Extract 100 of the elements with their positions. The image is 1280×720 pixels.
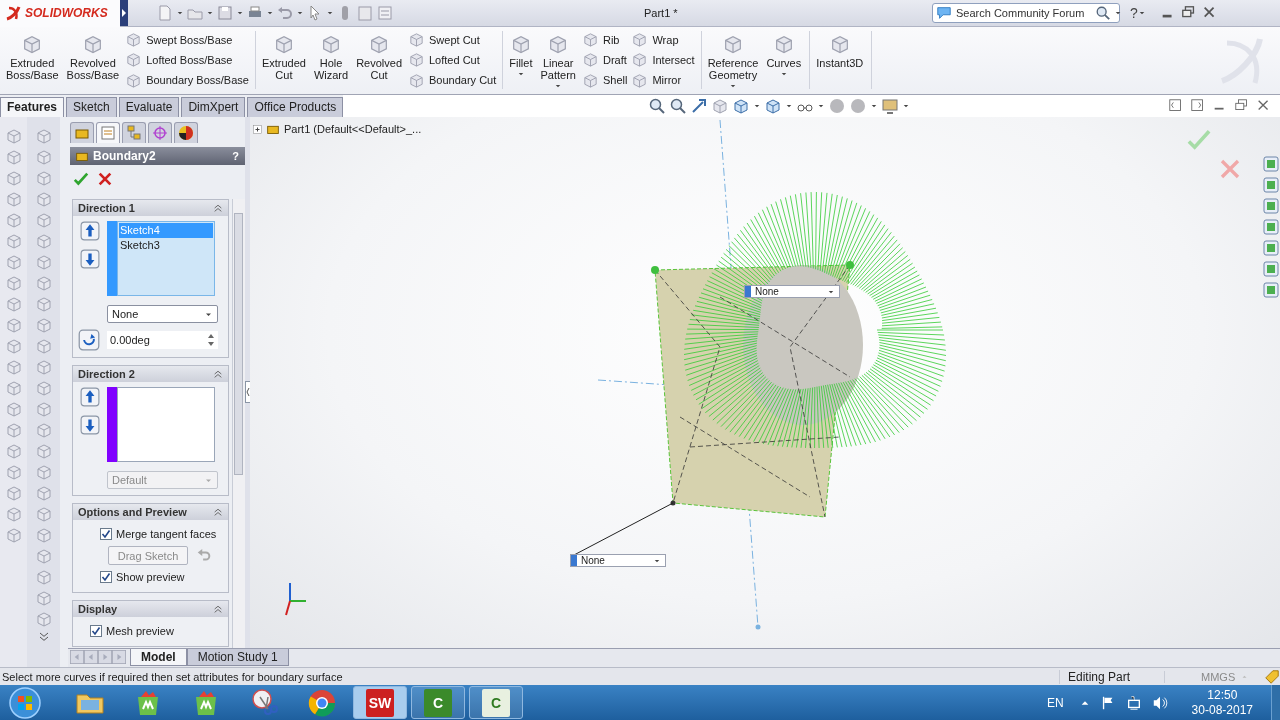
ribbon-button[interactable]: Mirror bbox=[631, 71, 695, 89]
cube-icon[interactable] bbox=[34, 295, 53, 313]
cube-icon[interactable] bbox=[4, 337, 23, 355]
sphere-icon[interactable] bbox=[849, 97, 868, 115]
model-tab[interactable]: Motion Study 1 bbox=[186, 649, 289, 666]
ribbon-button[interactable]: Rib bbox=[581, 31, 628, 49]
ribbon-button[interactable]: Extruded Boss/Base bbox=[4, 31, 61, 89]
chevron-down-icon[interactable] bbox=[37, 631, 50, 643]
cube-icon[interactable] bbox=[34, 232, 53, 250]
ribbon-button[interactable]: Boundary Boss/Base bbox=[125, 71, 249, 89]
cube-icon[interactable] bbox=[4, 127, 23, 145]
network-icon[interactable] bbox=[1125, 694, 1142, 711]
ribbon-button[interactable]: Revolved Cut bbox=[354, 31, 404, 89]
tile-icon[interactable] bbox=[1262, 260, 1280, 278]
panel-left-icon[interactable] bbox=[1168, 98, 1184, 114]
cube-icon[interactable] bbox=[34, 421, 53, 439]
move-down-button[interactable] bbox=[80, 415, 100, 435]
ribbon-tab[interactable]: DimXpert bbox=[181, 97, 246, 117]
sphere-icon[interactable] bbox=[828, 97, 847, 115]
cube-icon[interactable] bbox=[4, 400, 23, 418]
rotate-button[interactable] bbox=[78, 329, 100, 351]
selection-list[interactable] bbox=[117, 387, 215, 462]
cube-icon[interactable] bbox=[4, 442, 23, 460]
cube-icon[interactable] bbox=[4, 253, 23, 271]
tile-icon[interactable] bbox=[1262, 197, 1280, 215]
show-desktop-button[interactable] bbox=[1271, 685, 1280, 720]
panel-tab[interactable] bbox=[174, 122, 198, 143]
cube-icon[interactable] bbox=[34, 442, 53, 460]
cube-icon[interactable] bbox=[4, 148, 23, 166]
cube-icon[interactable] bbox=[4, 484, 23, 502]
ribbon-button[interactable]: Intersect bbox=[631, 51, 695, 69]
ribbon-tab[interactable]: Evaluate bbox=[118, 97, 180, 117]
cube-icon[interactable] bbox=[4, 526, 23, 544]
cube-icon[interactable] bbox=[4, 232, 23, 250]
tree-item[interactable]: Part1 (Default<<Default>_... bbox=[284, 123, 422, 135]
cube-icon[interactable] bbox=[4, 379, 23, 397]
checklist-icon[interactable] bbox=[376, 4, 394, 22]
cube-icon[interactable] bbox=[4, 358, 23, 376]
ribbon-button[interactable]: Instant3D bbox=[814, 31, 866, 89]
cube-icon[interactable] bbox=[34, 547, 53, 565]
tile-icon[interactable] bbox=[1262, 155, 1280, 173]
cube-icon[interactable] bbox=[34, 589, 53, 607]
cube-icon[interactable] bbox=[34, 253, 53, 271]
surface-preview-drawing[interactable] bbox=[651, 191, 947, 518]
cube-icon[interactable] bbox=[4, 211, 23, 229]
cube-icon[interactable] bbox=[34, 400, 53, 418]
ribbon-button[interactable]: Reference Geometry bbox=[705, 31, 761, 89]
tangency-dropdown[interactable]: None bbox=[107, 305, 218, 323]
ok-check-icon[interactable] bbox=[1186, 127, 1212, 153]
ok-check-icon[interactable] bbox=[73, 171, 89, 187]
cube-icon[interactable] bbox=[34, 274, 53, 292]
expand-icon[interactable] bbox=[253, 124, 262, 134]
speaker-icon[interactable] bbox=[1151, 694, 1168, 711]
undo-icon[interactable] bbox=[196, 547, 212, 564]
taskbar-button[interactable]: SW bbox=[353, 686, 407, 719]
checkbox[interactable] bbox=[100, 528, 112, 540]
taskbar-button[interactable]: C bbox=[469, 686, 523, 719]
cube-icon[interactable] bbox=[34, 526, 53, 544]
cube-icon[interactable] bbox=[4, 169, 23, 187]
tile-icon[interactable] bbox=[1262, 218, 1280, 236]
selection-list[interactable]: Sketch4 Sketch3 bbox=[117, 221, 215, 296]
tile-icon[interactable] bbox=[1262, 239, 1280, 257]
ribbon-button[interactable]: Shell bbox=[581, 71, 628, 89]
cube-icon[interactable] bbox=[34, 211, 53, 229]
ribbon-button[interactable]: Draft bbox=[581, 51, 628, 69]
collapse-icon[interactable] bbox=[213, 369, 223, 379]
cube-icon[interactable] bbox=[4, 295, 23, 313]
checkbox[interactable] bbox=[90, 625, 102, 637]
clock-time[interactable]: 12:50 bbox=[1207, 687, 1238, 703]
ribbon-button[interactable]: Revolved Boss/Base bbox=[64, 31, 122, 89]
move-up-button[interactable] bbox=[80, 387, 100, 407]
undo-icon[interactable] bbox=[276, 4, 294, 22]
tile-icon[interactable] bbox=[1262, 176, 1280, 194]
ribbon-tab[interactable]: Sketch bbox=[66, 97, 117, 117]
cancel-cross-icon[interactable] bbox=[97, 171, 113, 187]
cube-icon[interactable] bbox=[34, 484, 53, 502]
collapse-icon[interactable] bbox=[213, 203, 223, 213]
document-icon[interactable] bbox=[156, 4, 174, 22]
clock-date[interactable]: 30-08-2017 bbox=[1191, 702, 1253, 718]
ribbon-button[interactable]: Swept Boss/Base bbox=[125, 31, 249, 49]
cube-icon[interactable] bbox=[4, 421, 23, 439]
search-field[interactable]: Search Community Forum bbox=[932, 3, 1120, 23]
ribbon-button[interactable]: Hole Wizard bbox=[311, 31, 351, 89]
ribbon-button[interactable]: Fillet bbox=[507, 31, 535, 89]
cube-icon[interactable] bbox=[34, 505, 53, 523]
taskbar-button[interactable]: C bbox=[411, 686, 465, 719]
help-button[interactable]: ? bbox=[1130, 5, 1138, 21]
angle-field[interactable]: 0.00deg bbox=[107, 331, 218, 349]
ribbon-tab[interactable]: Office Products bbox=[247, 97, 344, 117]
cube-icon[interactable] bbox=[34, 568, 53, 586]
cube-icon[interactable] bbox=[34, 190, 53, 208]
ribbon-button[interactable]: Lofted Boss/Base bbox=[125, 51, 249, 69]
ribbon-tab[interactable]: Features bbox=[0, 97, 65, 117]
move-up-button[interactable] bbox=[80, 221, 100, 241]
cube-icon[interactable] bbox=[34, 127, 53, 145]
cube-icon[interactable] bbox=[34, 148, 53, 166]
cube-icon[interactable] bbox=[34, 379, 53, 397]
spinner-icon[interactable] bbox=[207, 333, 215, 347]
collapse-icon[interactable] bbox=[213, 507, 223, 517]
ribbon-button[interactable]: Wrap bbox=[631, 31, 695, 49]
